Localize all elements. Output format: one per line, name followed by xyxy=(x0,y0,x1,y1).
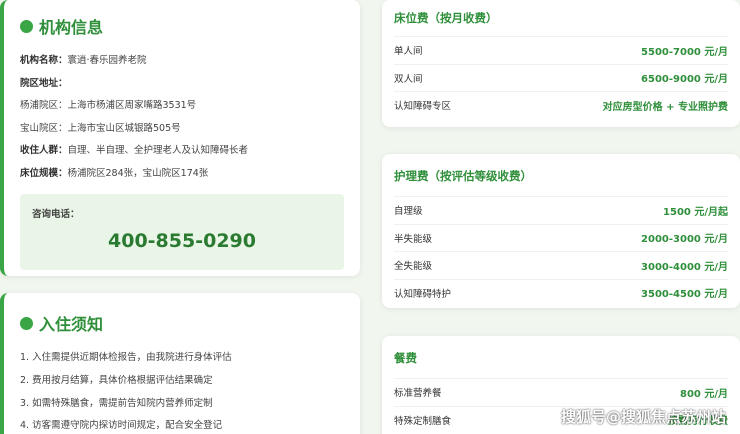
info-row-name: 机构名称：寰逍·春乐园养老院 xyxy=(20,50,344,73)
fee-row: 认知障碍特护 3500-4500 元/月 xyxy=(394,278,728,307)
info-card-title-text: 机构信息 xyxy=(39,18,104,37)
fee-row: 标准营养餐 800 元/月 xyxy=(394,378,728,406)
info-row-yangpu: 杨浦院区：上海市杨浦区周家嘴路3531号 xyxy=(20,95,344,118)
fee-name: 全失能级 xyxy=(394,261,433,273)
fee-price: 1500 元/月起 xyxy=(663,206,728,218)
green-dot-icon xyxy=(20,316,33,330)
notice-item: 1. 入住需提供近期体检报告，由我院进行身体评估 xyxy=(20,352,232,363)
fee-name: 标准营养餐 xyxy=(394,388,442,400)
fee-name: 特殊定制膳食 xyxy=(394,415,452,427)
care-fee-title: 护理费（按评估等级收费） xyxy=(394,169,532,183)
notice-list: 1. 入住需提供近期体检报告，由我院进行身体评估 2. 费用按月结算，具体价格根… xyxy=(20,347,344,434)
info-value: 自理、半自理、全护理老人及认知障碍长者 xyxy=(67,145,249,157)
fee-name: 单人间 xyxy=(394,46,423,58)
info-row-beds: 床位规模：杨浦院区284张，宝山院区174张 xyxy=(20,163,344,186)
fee-row: 双人间 6500-9000 元/月 xyxy=(394,63,728,92)
fee-name: 自理级 xyxy=(394,206,423,218)
fee-name: 认知障碍特护 xyxy=(394,288,452,300)
notice-item: 2. 费用按月结算，具体价格根据评估结果确定 xyxy=(20,374,213,386)
fee-price: 3500-4500 元/月 xyxy=(641,289,728,301)
contact-box: 咨询电话： 400-855-0290 xyxy=(20,193,344,270)
fee-price: 6500-9000 元/月 xyxy=(641,74,728,86)
contact-phone-number[interactable]: 400-855-0290 xyxy=(32,230,332,252)
fee-price: 2000-3000 元/月 xyxy=(641,234,728,246)
fee-row: 半失能级 2000-3000 元/月 xyxy=(394,223,728,252)
notice-item: 4. 访客需遵守院内探访时间规定，配合安全登记 xyxy=(20,420,223,432)
info-value: 杨浦院区：上海市杨浦区周家嘴路3531号 xyxy=(20,100,197,112)
watermark: 搜狐号@搜狐焦点苏州站 xyxy=(560,408,726,426)
info-key: 机构名称： xyxy=(20,55,68,66)
fee-row: 全失能级 3000-4000 元/月 xyxy=(394,251,728,279)
fee-price: 800 元/月 xyxy=(679,388,728,400)
info-value: 宝山院区：上海市宝山区城银路505号 xyxy=(20,122,181,134)
green-dot-icon xyxy=(20,19,33,33)
info-value: 寰逍·春乐园养老院 xyxy=(67,55,147,66)
admission-notice-card: 入住须知 1. 入住需提供近期体检报告，由我院进行身体评估 2. 费用按月结算，… xyxy=(0,293,360,434)
info-row-baoshan: 宝山院区：上海市宝山区城银路505号 xyxy=(20,118,344,141)
info-key: 院区地址： xyxy=(20,77,68,89)
fee-row: 自理级 1500 元/月起 xyxy=(394,196,728,224)
fee-price: 3000-4000 元/月 xyxy=(641,261,728,273)
notice-card-title-text: 入住须知 xyxy=(39,315,104,334)
info-card-title: 机构信息 xyxy=(20,14,344,38)
bed-fee-card: 床位费（按月收费） 单人间 5500-7000 元/月 双人间 6500-9000 … xyxy=(382,0,740,127)
info-row-address: 院区地址： xyxy=(20,73,344,96)
notice-card-title: 入住须知 xyxy=(20,311,344,335)
fee-price: 对应房型价格 + 专业照护费 xyxy=(602,101,728,113)
fee-name: 认知障碍专区 xyxy=(394,101,452,113)
fee-row: 认知障碍专区 对应房型价格 + 专业照护费 xyxy=(394,91,728,119)
meal-fee-title: 餐费 xyxy=(394,351,417,365)
fee-price: 5500-7000 元/月 xyxy=(641,46,728,58)
fee-name: 半失能级 xyxy=(394,233,433,245)
fee-name: 双人间 xyxy=(394,73,423,85)
notice-item: 3. 如需特殊膳食，需提前告知院内营养师定制 xyxy=(20,397,213,409)
info-value: 杨浦院区284张，宝山院区174张 xyxy=(67,167,209,179)
fee-row: 单人间 5500-7000 元/月 xyxy=(394,36,728,64)
care-fee-card: 护理费（按评估等级收费） 自理级 1500 元/月起 半失能级 2000-3000 … xyxy=(382,154,740,308)
bed-fee-title: 床位费（按月收费） xyxy=(394,11,498,25)
info-key: 收住人群： xyxy=(20,145,68,157)
institution-info-card: 机构信息 机构名称：寰逍·春乐园养老院 院区地址： 杨浦院区：上海市杨浦区周家嘴… xyxy=(0,0,360,276)
info-key: 床位规模： xyxy=(20,167,68,179)
info-row-residents: 收住人群：自理、半自理、全护理老人及认知障碍长者 xyxy=(20,140,344,163)
info-list: 机构名称：寰逍·春乐园养老院 院区地址： 杨浦院区：上海市杨浦区周家嘴路3531… xyxy=(20,50,344,186)
contact-label: 咨询电话： xyxy=(32,208,80,220)
